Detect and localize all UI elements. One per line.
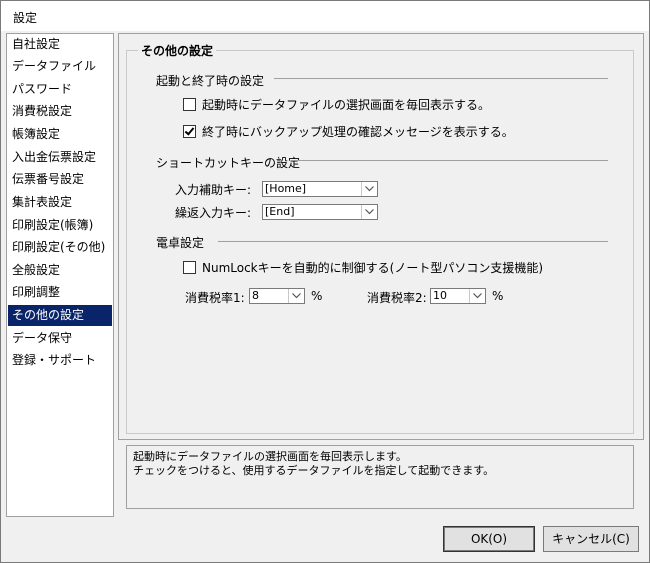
- numlock-control-checkbox[interactable]: NumLockキーを自動的に制御する(ノート型パソコン支援機能): [183, 259, 543, 276]
- description-line-1: 起動時にデータファイルの選択画面を毎回表示します。: [133, 450, 407, 463]
- sidebar-item-consumption-tax[interactable]: 消費税設定: [8, 101, 112, 122]
- show-file-select-checkbox[interactable]: 起動時にデータファイルの選択画面を毎回表示する。: [183, 96, 490, 113]
- description-box: 起動時にデータファイルの選択画面を毎回表示します。 チェックをつけると、使用する…: [126, 445, 634, 509]
- window-title: 設定: [13, 11, 38, 25]
- sidebar-item-print-ledger[interactable]: 印刷設定(帳簿): [8, 215, 112, 236]
- shortcut-section-divider: [296, 160, 608, 161]
- settings-sidebar: 自社設定 データファイル パスワード 消費税設定 帳簿設定 入出金伝票設定 伝票…: [6, 33, 114, 517]
- chevron-down-icon[interactable]: [361, 205, 377, 219]
- checkbox-unchecked-icon: [183, 98, 196, 111]
- group-title: その他の設定: [138, 42, 217, 59]
- settings-window: 設定 自社設定 データファイル パスワード 消費税設定 帳簿設定 入出金伝票設定…: [0, 0, 650, 563]
- sidebar-item-ledger[interactable]: 帳簿設定: [8, 124, 112, 145]
- sidebar-item-data-maintenance[interactable]: データ保守: [8, 328, 112, 349]
- sidebar-item-general[interactable]: 全般設定: [8, 260, 112, 281]
- tax-rate-2-unit: %: [492, 289, 504, 303]
- sidebar-item-print-adjust[interactable]: 印刷調整: [8, 282, 112, 303]
- sidebar-item-password[interactable]: パスワード: [8, 79, 112, 100]
- sidebar-item-summary[interactable]: 集計表設定: [8, 192, 112, 213]
- settings-panel: その他の設定 起動と終了時の設定 起動時にデータファイルの選択画面を毎回表示する…: [118, 33, 644, 440]
- input-assist-key-value: [Home]: [265, 182, 307, 195]
- sidebar-item-voucher[interactable]: 入出金伝票設定: [8, 147, 112, 168]
- sidebar-item-data-file[interactable]: データファイル: [8, 56, 112, 77]
- repeat-input-key-label: 繰返入力キー:: [175, 206, 252, 220]
- input-assist-key-select[interactable]: [Home]: [262, 181, 378, 197]
- title-bar: 設定: [1, 1, 649, 31]
- tax-rate-1-label: 消費税率1:: [185, 291, 245, 305]
- tax-rate-2-label: 消費税率2:: [367, 291, 427, 305]
- backup-confirm-checkbox[interactable]: 終了時にバックアップ処理の確認メッセージを表示する。: [183, 123, 514, 140]
- input-assist-key-label: 入力補助キー:: [175, 183, 252, 197]
- shortcut-section-label: ショートカットキーの設定: [156, 156, 301, 170]
- backup-confirm-label: 終了時にバックアップ処理の確認メッセージを表示する。: [202, 125, 514, 139]
- sidebar-item-voucher-number[interactable]: 伝票番号設定: [8, 169, 112, 190]
- tax-rate-2-select[interactable]: 10: [430, 288, 486, 304]
- sidebar-item-print-other[interactable]: 印刷設定(その他): [8, 237, 112, 258]
- sidebar-item-other-settings[interactable]: その他の設定: [8, 305, 112, 326]
- sidebar-item-registration-support[interactable]: 登録・サポート: [8, 350, 112, 371]
- ok-button[interactable]: OK(O): [443, 526, 535, 552]
- cancel-button[interactable]: キャンセル(C): [543, 526, 639, 552]
- checkbox-checked-icon: [183, 125, 196, 138]
- calculator-section-divider: [218, 241, 608, 242]
- sidebar-item-company[interactable]: 自社設定: [8, 34, 112, 55]
- tax-rate-2-value: 10: [433, 289, 447, 302]
- tax-rate-1-value: 8: [252, 289, 259, 302]
- repeat-input-key-value: [End]: [265, 205, 295, 218]
- startup-section-label: 起動と終了時の設定: [156, 74, 265, 88]
- chevron-down-icon[interactable]: [361, 182, 377, 196]
- tax-rate-1-unit: %: [311, 289, 323, 303]
- tax-rate-1-select[interactable]: 8: [249, 288, 305, 304]
- calculator-section-label: 電卓設定: [156, 236, 205, 250]
- chevron-down-icon[interactable]: [288, 289, 304, 303]
- repeat-input-key-select[interactable]: [End]: [262, 204, 378, 220]
- startup-section-divider: [274, 78, 608, 79]
- checkbox-unchecked-icon: [183, 261, 196, 274]
- description-line-2: チェックをつけると、使用するデータファイルを指定して起動できます。: [133, 464, 495, 477]
- show-file-select-label: 起動時にデータファイルの選択画面を毎回表示する。: [202, 98, 491, 112]
- chevron-down-icon[interactable]: [469, 289, 485, 303]
- numlock-control-label: NumLockキーを自動的に制御する(ノート型パソコン支援機能): [202, 261, 544, 275]
